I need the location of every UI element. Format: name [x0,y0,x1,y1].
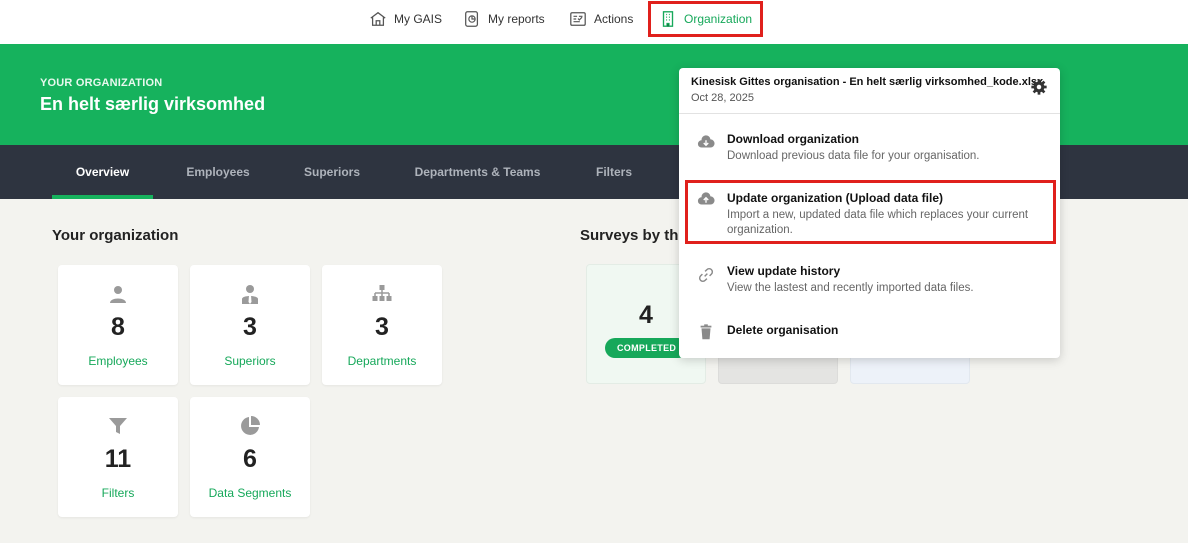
nav-organization[interactable]: Organization [648,1,764,37]
download-organization-desc: Download previous data file for your org… [727,150,980,162]
delete-organisation-title: Delete organisation [727,323,839,337]
cloud-upload-icon [697,192,715,205]
nav-actions[interactable]: Actions [569,0,633,38]
filters-label: Filters [101,486,135,500]
tab-filters[interactable]: Filters [582,145,646,199]
house-icon [370,11,386,26]
tab-employees[interactable]: Employees [172,145,264,199]
filters-count: 11 [104,445,132,473]
org-chart-icon [372,285,392,301]
building-icon [662,11,674,27]
organization-name: En helt særlig virksomhed [40,94,266,114]
superiors-card[interactable]: 3 Superiors [190,265,310,385]
organization-menu-popup: Kinesisk Gittes organisation - En helt s… [679,68,1060,358]
data-segments-card[interactable]: 6 Data Segments [190,397,310,517]
your-organization-heading: Your organization [52,227,179,244]
download-organization-item[interactable]: Download organization Download previous … [687,132,1052,168]
nav-my-reports-label: My reports [488,12,545,26]
trash-icon [700,324,712,340]
departments-card[interactable]: 3 Departments [322,265,442,385]
superiors-label: Superiors [224,354,276,368]
pie-icon [241,416,260,435]
tab-overview[interactable]: Overview [52,145,153,199]
update-organization-title: Update organization (Upload data file) [727,191,944,205]
employees-label: Employees [88,354,148,368]
update-organization-desc: Import a new, updated data file which re… [727,209,1029,236]
employees-card[interactable]: 8 Employees [58,265,178,385]
view-update-history-item[interactable]: View update history View the lastest and… [687,264,1052,298]
cloud-download-icon [697,135,715,148]
departments-label: Departments [347,354,417,368]
popup-file-title: Kinesisk Gittes organisation - En helt s… [691,76,1044,88]
employees-count: 8 [111,313,125,341]
link-icon [698,267,714,283]
update-organization-item[interactable]: Update organization (Upload data file) I… [685,180,1056,244]
popup-file-date: Oct 28, 2025 [691,92,754,104]
person-icon [110,286,126,303]
gear-icon[interactable] [1030,78,1048,96]
delete-organisation-item[interactable]: Delete organisation [687,323,1052,343]
superior-icon [242,285,258,304]
tab-superiors[interactable]: Superiors [290,145,374,199]
funnel-icon [109,418,127,434]
view-update-history-desc: View the lastest and recently imported d… [727,282,974,294]
nav-organization-label: Organization [684,12,753,26]
actions-icon [570,12,586,26]
banner-kicker: YOUR ORGANIZATION [40,77,163,89]
download-organization-title: Download organization [727,132,859,146]
nav-my-gais[interactable]: My GAIS [369,0,442,38]
completed-badge: COMPLETED [605,338,689,358]
nav-actions-label: Actions [594,12,634,26]
superiors-count: 3 [243,313,257,341]
popup-divider [679,113,1060,114]
surveys-heading: Surveys by the [580,227,687,244]
top-navigation: My GAIS My reports Actions Organization [0,0,1188,44]
reports-icon [465,11,479,27]
view-update-history-title: View update history [727,264,841,278]
data-segments-count: 6 [243,445,257,473]
filters-card[interactable]: 11 Filters [58,397,178,517]
nav-my-gais-label: My GAIS [394,12,443,26]
nav-my-reports[interactable]: My reports [463,0,545,38]
tab-departments-teams[interactable]: Departments & Teams [406,145,549,199]
departments-count: 3 [375,313,389,341]
data-segments-label: Data Segments [208,486,292,500]
